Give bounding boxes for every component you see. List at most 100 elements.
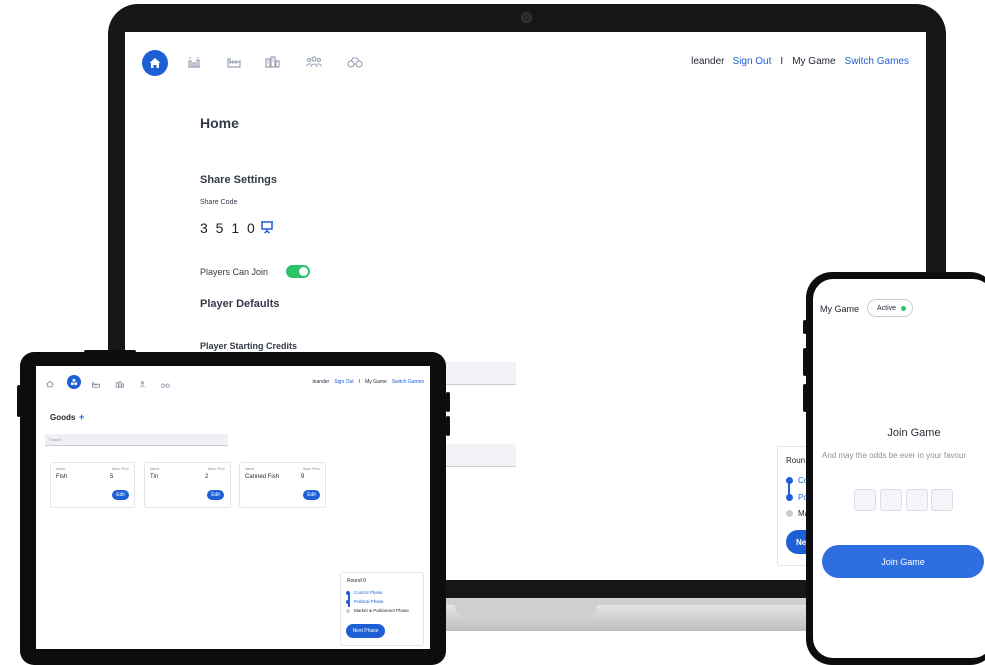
round-panel: Round 0 Control Phase Political Phase Ma… (340, 572, 424, 646)
share-code: 3 5 1 0 (200, 220, 257, 236)
good-price: 5 (110, 474, 114, 480)
phone-side-button (803, 348, 807, 376)
factory-icon (227, 58, 241, 68)
my-game-link[interactable]: My Game (365, 379, 387, 385)
people-icon (306, 56, 322, 68)
edit-button[interactable]: Edit (303, 490, 320, 500)
present-code-button[interactable] (260, 220, 274, 239)
phone-side-button (803, 320, 807, 334)
phase-dot (346, 600, 350, 604)
tablet-side-button (446, 416, 450, 436)
share-settings-heading: Share Settings (200, 174, 278, 186)
good-card: Name Base Price Fish 5 Edit (50, 462, 135, 508)
good-card: Name Base Price Tin 2 Edit (144, 462, 231, 508)
tablet-top-button (84, 350, 136, 354)
people-icon (139, 380, 145, 388)
nav-players-button[interactable] (306, 55, 322, 69)
phase-dot (786, 477, 793, 484)
join-game-button[interactable]: Join Game (822, 545, 984, 578)
nav-market-button[interactable] (186, 55, 202, 69)
good-name: Tin (150, 474, 159, 480)
sign-out-link[interactable]: Sign Out (732, 56, 771, 67)
phone-screen: My Game Active Join Game And may the odd… (813, 279, 985, 658)
building-icon (265, 56, 280, 68)
building-icon (115, 380, 124, 388)
tablet-side-button (446, 392, 450, 412)
home-nav-button[interactable] (142, 50, 168, 76)
factory-icon (92, 381, 100, 388)
tablet-nav-parliament[interactable] (114, 377, 124, 391)
username: leander (312, 379, 330, 385)
code-digit-input[interactable] (906, 489, 928, 511)
price-label: Base Price (112, 467, 129, 471)
status-badge: Active (867, 299, 913, 317)
tablet-nav-players[interactable] (137, 377, 147, 391)
phase-item[interactable]: Market & Parliament Phase (354, 608, 409, 613)
laptop-notch (455, 605, 597, 619)
round-label: Round 0 (347, 578, 366, 584)
round-label: Roun (786, 456, 806, 465)
goods-title: Goods (50, 413, 76, 422)
phase-dot (786, 494, 793, 501)
edit-button[interactable]: Edit (207, 490, 224, 500)
home-icon (46, 380, 54, 388)
market-icon (70, 378, 78, 386)
page-title: Home (200, 115, 239, 131)
good-name: Fish (56, 474, 68, 480)
laptop-camera (521, 12, 532, 23)
tablet-side-button (17, 385, 21, 417)
players-can-join-toggle[interactable] (286, 265, 310, 278)
tablet-nav-observe[interactable] (160, 377, 170, 391)
share-code-label: Share Code (200, 199, 238, 206)
good-card: Name Base Price Canned Fish 9 Edit (239, 462, 326, 508)
binoculars-icon (160, 383, 170, 388)
top-nav-links: leander Sign Out I My Game Switch Games (691, 56, 909, 67)
phase-item[interactable]: Political Phase (354, 599, 384, 604)
my-game-link[interactable]: My Game (792, 56, 835, 67)
phase-dot (786, 510, 793, 517)
tablet-nav-home[interactable] (45, 377, 55, 391)
good-price: 9 (301, 474, 305, 480)
good-name: Canned Fish (245, 474, 280, 480)
search-input[interactable]: Search (45, 434, 228, 446)
price-label: Base Price (208, 467, 225, 471)
join-subtitle: And may the odds be ever in your favour (822, 451, 967, 460)
nav-observe-button[interactable] (347, 55, 363, 69)
price-label: Base Price (303, 467, 320, 471)
name-label: Name (56, 467, 66, 471)
binoculars-icon (347, 57, 363, 68)
phone-side-button (803, 384, 807, 412)
nav-industry-button[interactable] (226, 55, 242, 69)
next-phase-button[interactable]: Next Phase (346, 624, 385, 638)
join-game-title: Join Game (887, 427, 941, 439)
edit-button[interactable]: Edit (112, 490, 129, 500)
phase-item[interactable]: Control Phase (354, 590, 383, 595)
tablet-top-nav-links: leander Sign Out I My Game Switch Games (313, 379, 424, 385)
good-price: 2 (205, 474, 209, 480)
phase-dot (346, 591, 350, 595)
player-starting-credits-label: Player Starting Credits (200, 341, 298, 351)
projector-icon (261, 221, 273, 234)
phase-dot (346, 609, 350, 613)
nav-parliament-button[interactable] (264, 55, 280, 69)
switch-games-link[interactable]: Switch Games (392, 379, 424, 385)
market-icon (188, 57, 200, 68)
switch-games-link[interactable]: Switch Games (845, 56, 909, 67)
code-digit-input[interactable] (880, 489, 902, 511)
my-game-label: My Game (820, 304, 860, 314)
name-label: Name (150, 467, 160, 471)
home-icon (149, 58, 161, 68)
code-digit-input[interactable] (854, 489, 876, 511)
username: leander (691, 56, 725, 67)
tablet-screen: leander Sign Out I My Game Switch Games … (36, 366, 430, 649)
status-text: Active (877, 304, 897, 312)
tablet-nav-market[interactable] (67, 375, 81, 389)
sign-out-link[interactable]: Sign Out (334, 379, 353, 385)
status-dot (901, 306, 906, 311)
tablet-nav-industry[interactable] (91, 377, 101, 391)
player-defaults-heading: Player Defaults (200, 298, 280, 310)
players-can-join-label: Players Can Join (200, 267, 269, 277)
name-label: Name (245, 467, 255, 471)
code-digit-input[interactable] (931, 489, 953, 511)
add-good-button[interactable]: + (79, 412, 84, 422)
